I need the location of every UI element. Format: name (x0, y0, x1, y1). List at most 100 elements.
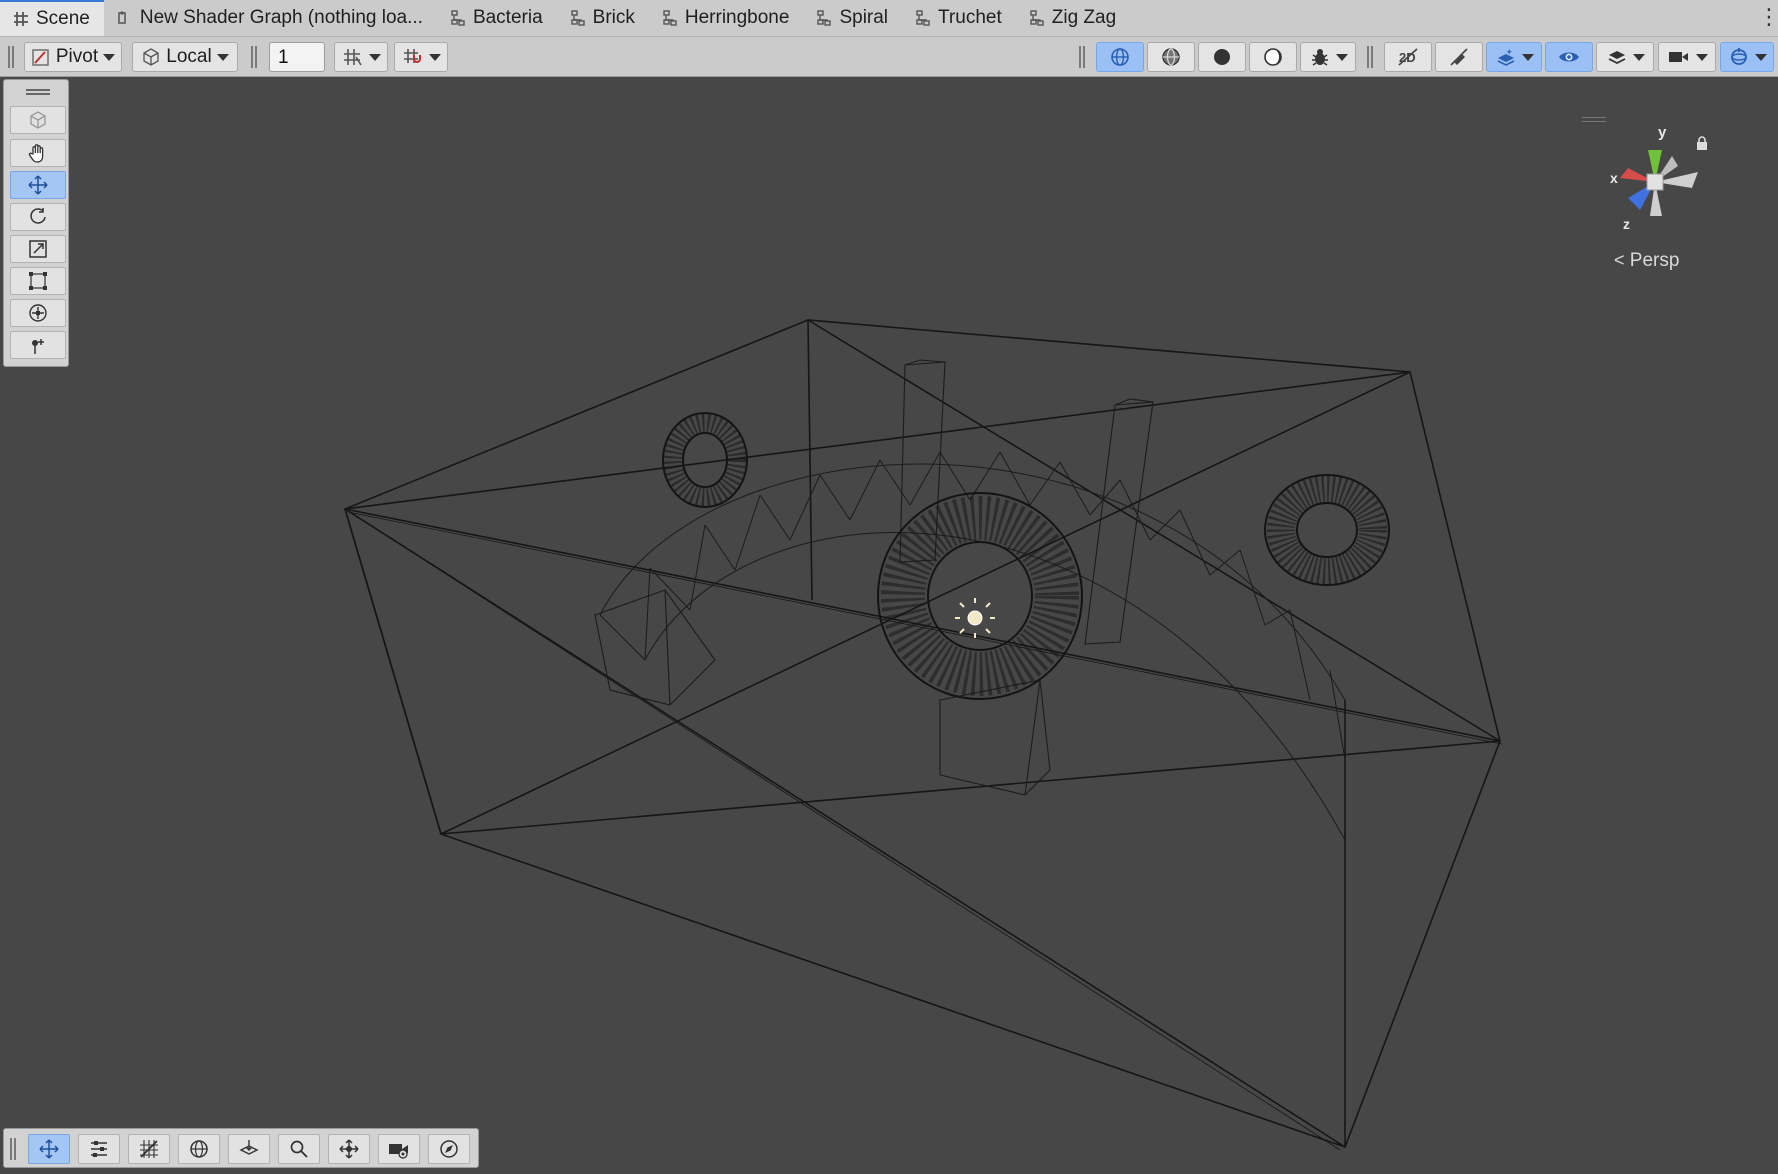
toolbar-grip[interactable] (10, 1138, 16, 1160)
layers-dropdown[interactable] (1596, 42, 1654, 72)
tab-label: Spiral (839, 7, 889, 28)
snap-increment-dropdown[interactable] (394, 42, 448, 72)
tab-label: Herringbone (684, 7, 790, 28)
tab-label: Zig Zag (1051, 7, 1117, 28)
local-cube-icon (143, 48, 159, 66)
shader-graph-icon (815, 9, 833, 27)
tool-settings-icon (91, 1141, 107, 1157)
scale-icon (29, 240, 47, 258)
search-icon (290, 1140, 308, 1158)
draw-modes-button[interactable] (178, 1134, 220, 1164)
overlay-toolbar (3, 1128, 479, 1168)
tool-settings-button[interactable] (78, 1134, 120, 1164)
panel-drag-handle[interactable] (26, 89, 50, 95)
tab-truchet[interactable]: Truchet (902, 0, 1016, 36)
tab-brick[interactable]: Brick (557, 0, 649, 36)
scene-toolbar: Pivot Local 1 (0, 37, 1778, 77)
shader-graph-icon (661, 9, 679, 27)
toolbar-grip[interactable] (1367, 46, 1373, 68)
surface-snapping-button[interactable] (228, 1134, 270, 1164)
shaded-wireframe-button[interactable] (1147, 42, 1195, 72)
unlit-button[interactable] (1249, 42, 1297, 72)
tab-zig-zag[interactable]: Zig Zag (1016, 0, 1130, 36)
grid-snapping-icon (140, 1140, 158, 1158)
camera-overlay-button[interactable] (378, 1134, 420, 1164)
hand-icon (28, 144, 44, 163)
toolbar-grip[interactable] (1079, 46, 1085, 68)
2d-toggle-icon: 2D (1398, 48, 1418, 66)
light-off-icon (1450, 48, 1468, 66)
pivot-dropdown[interactable]: Pivot (24, 42, 122, 72)
hand-tool-button[interactable] (10, 139, 66, 167)
chevron-down-icon (216, 53, 229, 61)
directional-light-icon[interactable] (955, 598, 995, 638)
toolbar-grip[interactable] (8, 46, 14, 68)
tools-overlay (3, 79, 69, 367)
search-button[interactable] (278, 1134, 320, 1164)
snap-magnet-icon (403, 49, 421, 63)
2d-mode-button[interactable]: 2D (1384, 42, 1432, 72)
room-wireframe (344, 319, 1503, 1151)
shader-graph-icon (914, 9, 932, 27)
transform-tool-button[interactable] (10, 299, 66, 327)
lock-icon[interactable] (1695, 135, 1709, 151)
gizmo-center-cube[interactable] (1646, 173, 1664, 191)
tab-scene[interactable]: Scene (0, 0, 104, 36)
tab-herringbone[interactable]: Herringbone (649, 0, 804, 36)
chevron-down-icon (1632, 53, 1645, 61)
camera-icon (1668, 52, 1688, 62)
toolbar-grip[interactable] (251, 46, 257, 68)
shaded-sphere-icon (1214, 49, 1230, 65)
grid-snapping-button[interactable] (128, 1134, 170, 1164)
tab-label: Scene (36, 8, 90, 29)
tab-label: Bacteria (472, 7, 543, 28)
pivot-icon (32, 49, 49, 66)
chevron-down-icon (1695, 53, 1708, 61)
rect-transform-icon (29, 272, 47, 290)
debug-draw-mode-dropdown[interactable] (1300, 42, 1356, 72)
torus-left (662, 412, 748, 508)
custom-tool-button[interactable] (10, 331, 66, 359)
sphere-wire-icon (190, 1140, 208, 1158)
camera-eye-icon (389, 1144, 408, 1159)
orientation-gizmo[interactable]: y x z (1600, 120, 1710, 240)
scale-tool-button[interactable] (10, 235, 66, 263)
wireframe-sphere-icon (1111, 48, 1129, 66)
navigation-overlay-button[interactable] (428, 1134, 470, 1164)
grid-size-field[interactable]: 1 (269, 42, 325, 72)
gizmo-z-label: z (1623, 216, 1630, 232)
scene-visibility-button[interactable] (1545, 42, 1593, 72)
shaded-wireframe-icon (1162, 48, 1180, 66)
tab-new-shader-graph[interactable]: New Shader Graph (nothing loa... (104, 0, 437, 36)
gizmos-icon (1730, 48, 1747, 65)
scene-viewport[interactable] (0, 77, 1778, 1174)
shaded-button[interactable] (1198, 42, 1246, 72)
chevron-down-icon (1521, 53, 1534, 61)
gizmos-dropdown[interactable] (1720, 42, 1774, 72)
effects-dropdown[interactable] (1486, 42, 1542, 72)
chevron-down-icon (428, 53, 441, 61)
grid-snap-dropdown[interactable] (334, 42, 388, 72)
move-tool-button[interactable] (10, 171, 66, 199)
rotate-tool-button[interactable] (10, 203, 66, 231)
tab-bacteria[interactable]: Bacteria (437, 0, 557, 36)
persp-label: Persp (1629, 250, 1680, 271)
tab-label: New Shader Graph (nothing loa... (139, 7, 423, 28)
wireframe-shading-button[interactable] (1096, 42, 1144, 72)
rect-tool-button[interactable] (10, 267, 66, 295)
local-label: Local (166, 46, 212, 67)
move-overlay-button[interactable] (28, 1134, 70, 1164)
projection-toggle[interactable]: < Persp (1614, 250, 1679, 272)
pivot-overlay-button[interactable] (328, 1134, 370, 1164)
pivot-label: Pivot (55, 46, 99, 67)
layers-icon (1608, 51, 1625, 65)
rotate-icon (30, 208, 46, 224)
local-dropdown[interactable]: Local (132, 42, 238, 72)
camera-settings-dropdown[interactable] (1658, 42, 1716, 72)
gizmo-x-label: x (1610, 170, 1618, 186)
tab-spiral[interactable]: Spiral (803, 0, 902, 36)
lighting-toggle-button[interactable] (1435, 42, 1483, 72)
more-options-icon[interactable]: ⋮ (1758, 6, 1778, 30)
shader-graph-icon (116, 9, 134, 27)
view-tool-button[interactable] (10, 106, 66, 134)
